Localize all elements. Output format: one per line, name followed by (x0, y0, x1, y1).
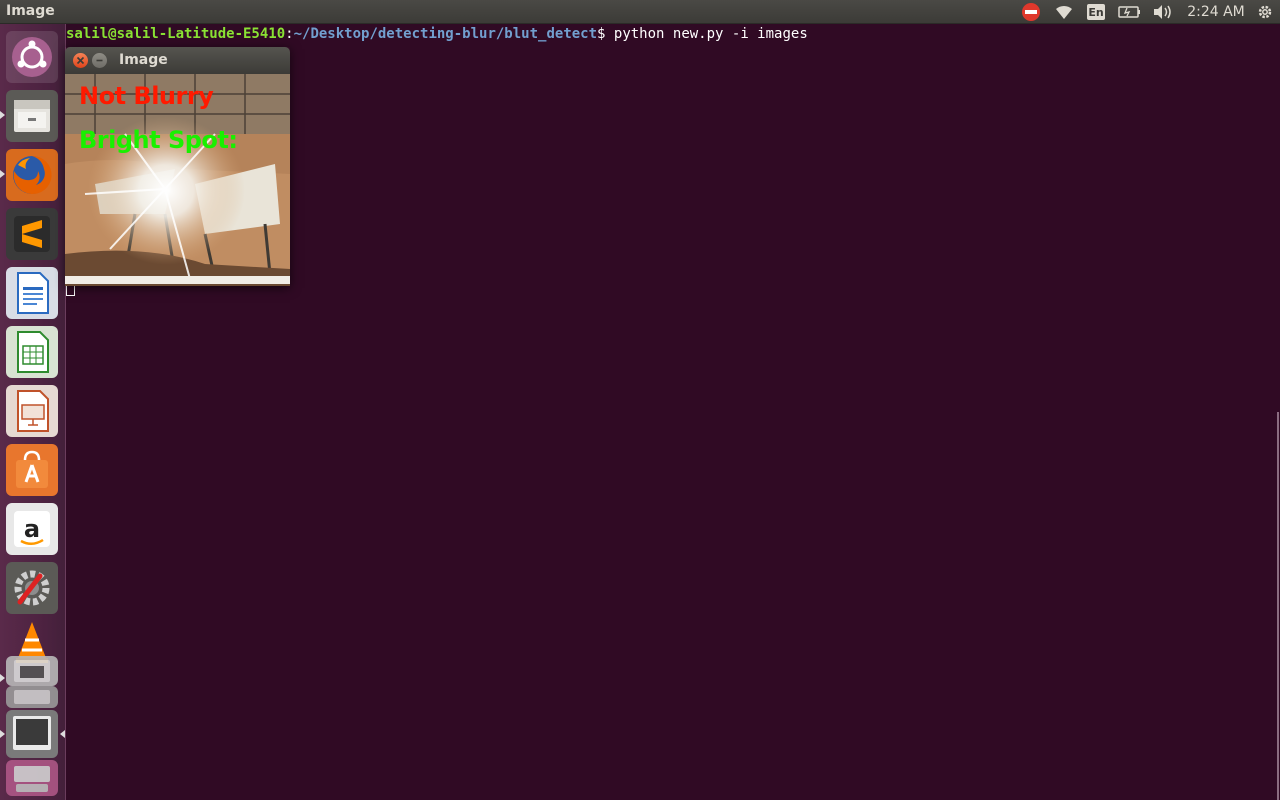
files-icon[interactable] (6, 90, 58, 142)
prompt-path: ~/Desktop/detecting-blur/blut_detect (293, 26, 598, 42)
bright-spot-label: Bright Spot: (79, 126, 238, 154)
libreoffice-calc-icon[interactable] (6, 326, 58, 378)
system-settings-icon[interactable] (6, 562, 58, 614)
command-text: python new.py -i images (605, 26, 808, 42)
image-viewer-stack-icon[interactable] (6, 656, 58, 686)
wifi-icon[interactable] (1052, 0, 1076, 24)
close-icon (76, 56, 85, 65)
solar-dish-photo: Not Blurry Bright Spot: (65, 74, 290, 286)
terminal-scrollbar[interactable] (1277, 412, 1279, 800)
minimize-icon (96, 59, 103, 62)
prompt-line: salil@salil-Latitude-E5410:~/Desktop/det… (66, 26, 808, 42)
top-panel: Image En 2:24 AM (0, 0, 1280, 24)
battery-icon[interactable] (1117, 0, 1143, 24)
launcher: a (0, 24, 66, 800)
clock[interactable]: 2:24 AM (1186, 0, 1246, 24)
language-label: En (1087, 4, 1105, 20)
minimize-button[interactable] (92, 53, 107, 68)
image-window-titlebar[interactable]: Image (65, 47, 290, 74)
ubuntu-dash-icon[interactable] (6, 31, 58, 83)
libreoffice-impress-icon[interactable] (6, 385, 58, 437)
volume-icon[interactable] (1151, 0, 1175, 24)
libreoffice-writer-icon[interactable] (6, 267, 58, 319)
scanner-stack-icon[interactable] (6, 686, 58, 708)
close-button[interactable] (73, 53, 88, 68)
active-window-title: Image (6, 3, 55, 19)
image-window-title: Image (119, 52, 168, 68)
keyboard-language-indicator[interactable]: En (1085, 0, 1107, 24)
prompt-separator: : (285, 26, 294, 42)
image-window[interactable]: Image Not Blurry Bright Spot: (65, 47, 290, 286)
amazon-icon[interactable]: a (6, 503, 58, 555)
firefox-icon[interactable] (6, 149, 58, 201)
svg-text:a: a (24, 515, 40, 543)
prompt-user-host: salil@salil-Latitude-E5410 (66, 26, 286, 42)
no-entry-indicator-icon[interactable] (1019, 0, 1043, 24)
blur-status-label: Not Blurry (79, 82, 214, 110)
software-center-icon[interactable] (6, 444, 58, 496)
terminal-cursor (66, 285, 75, 296)
sublime-text-icon[interactable] (6, 208, 58, 260)
gear-icon[interactable] (1254, 0, 1276, 24)
workspace-stack-icon[interactable] (6, 760, 58, 796)
terminal-window-icon[interactable] (6, 710, 58, 758)
